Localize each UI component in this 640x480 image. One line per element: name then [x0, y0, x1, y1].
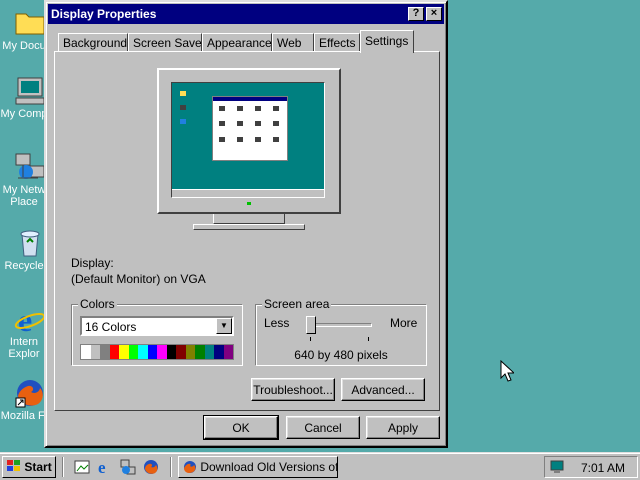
recycle-bin-icon — [14, 228, 46, 258]
palette-swatch — [223, 345, 233, 359]
folder-icon — [14, 8, 46, 38]
preview-taskbar — [172, 189, 324, 197]
window-title: Display Properties — [51, 7, 157, 21]
svg-text:e: e — [98, 459, 106, 475]
tab-settings[interactable]: Settings — [360, 30, 414, 53]
desktop-icon-network[interactable]: My Netw Place — [0, 152, 48, 208]
colors-dropdown[interactable]: 16 Colors ▼ — [80, 316, 234, 336]
slider-tick — [310, 337, 311, 341]
mouse-cursor-icon — [500, 360, 514, 382]
taskbar-separator — [62, 457, 64, 477]
desktop-icon-my-documents[interactable]: My Docu — [0, 8, 48, 52]
power-led — [247, 202, 251, 205]
start-button[interactable]: Start — [2, 456, 56, 478]
preview-window — [212, 96, 288, 161]
computer-icon — [14, 76, 46, 106]
palette-swatch — [204, 345, 214, 359]
firefox-icon — [14, 378, 46, 408]
firefox-icon — [184, 461, 196, 473]
internet-explorer-icon[interactable]: e — [97, 459, 113, 475]
palette-swatch — [214, 345, 224, 359]
troubleshoot-button[interactable]: Troubleshoot... — [251, 378, 335, 401]
palette-swatch — [195, 345, 205, 359]
desktop-icon-my-computer[interactable]: My Comp — [0, 76, 48, 120]
internet-explorer-icon: e — [14, 302, 46, 338]
palette-swatch — [157, 345, 167, 359]
settings-panel: Display: (Default Monitor) on VGA Colors… — [54, 51, 440, 411]
svg-text:e: e — [18, 304, 32, 334]
palette-swatch — [90, 345, 100, 359]
show-desktop-icon[interactable] — [74, 459, 90, 475]
windows-logo-icon — [7, 460, 20, 471]
tab-screen-saver[interactable]: Screen Saver — [128, 33, 206, 52]
colors-selected-value: 16 Colors — [85, 320, 137, 334]
title-bar[interactable]: Display Properties ? × — [48, 4, 444, 24]
cancel-button[interactable]: Cancel — [286, 416, 360, 439]
monitor-base — [193, 224, 305, 230]
desktop-icon-label: My Comp — [0, 108, 48, 120]
firefox-icon[interactable] — [143, 459, 159, 475]
tab-appearance[interactable]: Appearance — [202, 33, 272, 52]
chevron-down-icon[interactable]: ▼ — [216, 318, 232, 334]
close-button[interactable]: × — [426, 7, 442, 21]
slider-more-label: More — [390, 316, 418, 330]
palette-swatch — [138, 345, 148, 359]
display-properties-window: Display Properties ? × Background Screen… — [44, 0, 448, 448]
start-label: Start — [24, 460, 52, 474]
taskbar: Start e Download Old Versions of... 7:01… — [0, 452, 640, 480]
monitor-neck — [213, 214, 285, 224]
system-tray: 7:01 AM — [544, 456, 638, 478]
monitor-screen — [171, 82, 325, 198]
slider-less-label: Less — [264, 316, 290, 330]
color-palette-bar — [80, 344, 234, 360]
screen-area-slider-thumb[interactable] — [306, 316, 316, 334]
palette-swatch — [166, 345, 176, 359]
display-value: (Default Monitor) on VGA — [71, 272, 206, 286]
network-icon — [14, 152, 46, 182]
screen-area-group: Screen area Less More 640 by 480 pixels — [255, 297, 427, 366]
clock[interactable]: 7:01 AM — [581, 461, 625, 475]
desktop-icon-label: Recycle — [4, 260, 44, 272]
apply-button[interactable]: Apply — [366, 416, 440, 439]
palette-swatch — [176, 345, 186, 359]
colors-group: Colors 16 Colors ▼ — [71, 297, 243, 366]
desktop-icon-label: Mozilla Fi — [0, 410, 48, 422]
desktop-icon-firefox[interactable]: Mozilla Fi — [0, 378, 48, 422]
display-tray-icon[interactable] — [549, 459, 565, 475]
palette-swatch — [185, 345, 195, 359]
desktop-icon-recycle-bin[interactable]: Recycle — [0, 228, 48, 272]
desktop-icon-internet-explorer[interactable]: e Intern Explor — [0, 302, 48, 360]
tab-background[interactable]: Background — [58, 33, 128, 52]
desktop-icon-label: My Netw — [2, 184, 46, 196]
palette-swatch — [128, 345, 138, 359]
advanced-button[interactable]: Advanced... — [341, 378, 425, 401]
screen-area-legend: Screen area — [262, 297, 332, 311]
monitor-preview — [157, 68, 341, 214]
palette-swatch — [147, 345, 157, 359]
palette-swatch — [109, 345, 119, 359]
tab-effects[interactable]: Effects — [314, 33, 360, 52]
ok-button[interactable]: OK — [203, 415, 279, 440]
desktop-icon-label-line2: Place — [10, 196, 38, 208]
taskbar-task-button[interactable]: Download Old Versions of... — [178, 456, 338, 478]
desktop-icon-label: My Docu — [2, 40, 46, 52]
palette-swatch — [119, 345, 129, 359]
taskbar-task-label: Download Old Versions of... — [200, 460, 338, 474]
palette-swatch — [81, 345, 91, 359]
taskbar-separator — [170, 457, 172, 477]
desktop-icon-label-line2: Explor — [8, 348, 40, 360]
palette-swatch — [100, 345, 110, 359]
desktop-icon-label: Intern — [9, 336, 39, 348]
colors-legend: Colors — [78, 297, 117, 311]
display-label: Display: — [71, 256, 114, 270]
screen-area-value: 640 by 480 pixels — [294, 348, 388, 362]
tab-web[interactable]: Web — [272, 33, 314, 52]
help-button[interactable]: ? — [408, 7, 424, 21]
network-icon[interactable] — [120, 459, 136, 475]
slider-tick — [368, 337, 369, 341]
